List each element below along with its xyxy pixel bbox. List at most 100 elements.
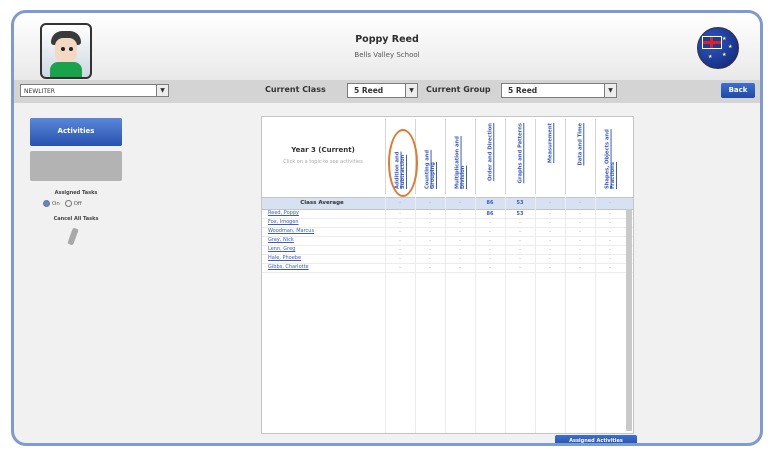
average-cell: - xyxy=(609,200,611,206)
class-average-label: Class Average xyxy=(300,200,344,206)
result-cell: - xyxy=(609,265,611,271)
back-button[interactable]: Back xyxy=(721,83,755,98)
column-header-label[interactable]: Shapes, Objects and Fractions xyxy=(605,123,617,189)
chevron-down-icon[interactable]: ▼ xyxy=(405,83,418,98)
current-group-label: Current Group xyxy=(426,85,491,94)
toolbar: NEWLITER ▼ Current Class 5 Reed ▼ Curren… xyxy=(14,80,760,103)
column-header-label[interactable]: Multiplication and Division xyxy=(455,123,467,189)
result-cell: - xyxy=(549,265,551,271)
column-divider xyxy=(505,197,506,433)
vertical-scrollbar[interactable] xyxy=(626,209,632,431)
column-header-label[interactable]: Data and Time xyxy=(577,123,583,166)
result-cell: - xyxy=(489,247,491,253)
app-window: Poppy Reed Bells Valley School ★ ★ ★ ★ N… xyxy=(11,10,763,446)
eraser-icon[interactable] xyxy=(67,227,79,246)
student-name-link[interactable]: Lenn, Greg xyxy=(268,246,295,252)
column-header[interactable]: Order and Direction xyxy=(475,119,506,194)
result-cell: - xyxy=(519,220,521,226)
result-cell: - xyxy=(609,238,611,244)
activities-button[interactable]: Activities xyxy=(30,118,122,146)
column-header[interactable]: Multiplication and Division xyxy=(445,119,476,194)
column-header-label[interactable]: Counting and Grouping xyxy=(425,123,437,189)
result-cell: - xyxy=(489,229,491,235)
average-cell: - xyxy=(429,200,431,206)
current-class-select[interactable]: 5 Reed ▼ xyxy=(347,83,418,98)
average-cell: - xyxy=(579,200,581,206)
result-cell: - xyxy=(489,256,491,262)
student-row: Fox, Imogen - - - - - - - - xyxy=(262,219,633,228)
column-header[interactable]: Graphs and Patterns xyxy=(505,119,536,194)
column-divider xyxy=(565,197,566,433)
result-cell: - xyxy=(579,247,581,253)
current-class-value: 5 Reed xyxy=(354,86,384,95)
highlight-annotation xyxy=(388,129,418,197)
result-cell: - xyxy=(399,265,401,271)
result-cell: - xyxy=(429,265,431,271)
chevron-down-icon[interactable]: ▼ xyxy=(156,84,169,97)
result-cell: - xyxy=(459,265,461,271)
column-header[interactable]: Counting and Grouping xyxy=(415,119,446,194)
result-cell: - xyxy=(399,220,401,226)
student-name-link[interactable]: Fox, Imogen xyxy=(268,219,299,225)
current-group-select[interactable]: 5 Reed ▼ xyxy=(501,83,617,98)
result-cell: - xyxy=(549,238,551,244)
column-header-label[interactable]: Order and Direction xyxy=(487,123,493,181)
result-cell: - xyxy=(549,229,551,235)
result-cell: - xyxy=(399,211,401,217)
result-cell: - xyxy=(609,220,611,226)
result-cell: - xyxy=(399,247,401,253)
result-cell: - xyxy=(549,256,551,262)
average-cell: - xyxy=(459,200,461,206)
average-cell: 53 xyxy=(516,200,524,206)
column-divider xyxy=(475,197,476,433)
average-cell: - xyxy=(399,200,401,206)
star-icon: ★ xyxy=(708,54,713,60)
result-cell: - xyxy=(459,238,461,244)
column-header[interactable]: Shapes, Objects and Fractions xyxy=(595,119,626,194)
header: Poppy Reed Bells Valley School ★ ★ ★ ★ xyxy=(14,13,760,80)
result-cell: - xyxy=(549,211,551,217)
result-cell: - xyxy=(579,265,581,271)
student-name-link[interactable]: Woodman, Marcus xyxy=(268,228,314,234)
column-header-label[interactable]: Measurement xyxy=(547,123,553,163)
left-select[interactable]: NEWLITER ▼ xyxy=(20,84,169,97)
star-icon: ★ xyxy=(722,52,727,58)
column-divider xyxy=(415,197,416,433)
result-cell: - xyxy=(459,211,461,217)
result-cell: - xyxy=(459,256,461,262)
chevron-down-icon[interactable]: ▼ xyxy=(604,83,617,98)
radio-off[interactable] xyxy=(64,200,72,207)
assigned-activities-button[interactable]: Assigned Activities xyxy=(555,435,637,443)
column-header[interactable]: Measurement xyxy=(535,119,566,194)
result-cell: - xyxy=(519,247,521,253)
year-subtitle: Click on a topic to see activities xyxy=(283,159,363,165)
union-jack-icon xyxy=(702,36,722,49)
secondary-button[interactable] xyxy=(30,151,122,181)
column-header-label[interactable]: Graphs and Patterns xyxy=(517,123,523,183)
column-divider xyxy=(595,197,596,433)
assigned-tasks-radio-group: On Off xyxy=(40,200,82,207)
result-cell: - xyxy=(609,256,611,262)
result-cell: - xyxy=(459,247,461,253)
result-cell: 53 xyxy=(516,211,524,217)
australia-flag-icon: ★ ★ ★ ★ xyxy=(697,27,739,69)
radio-on[interactable] xyxy=(43,200,50,207)
student-name-link[interactable]: Hale, Phoebe xyxy=(268,255,301,261)
student-name-link[interactable]: Grey, Nick xyxy=(268,237,294,243)
current-group-value: 5 Reed xyxy=(508,86,538,95)
student-row: Grey, Nick - - - - - - - - xyxy=(262,237,633,246)
student-name-link[interactable]: Reed, Poppy xyxy=(268,210,299,216)
radio-off-label: Off xyxy=(73,201,82,207)
result-cell: - xyxy=(579,211,581,217)
school-name: Bells Valley School xyxy=(354,51,420,59)
column-header[interactable]: Data and Time xyxy=(565,119,596,194)
student-name-link[interactable]: Gibbs, Charlotte xyxy=(268,264,309,270)
result-cell: - xyxy=(429,211,431,217)
result-cell: - xyxy=(609,247,611,253)
cancel-all-tasks-label: Cancel All Tasks xyxy=(53,216,99,222)
result-cell: - xyxy=(429,256,431,262)
result-cell: - xyxy=(489,265,491,271)
year-title: Year 3 (Current) xyxy=(291,146,355,154)
star-icon: ★ xyxy=(728,44,733,50)
results-grid: Year 3 (Current) Click on a topic to see… xyxy=(261,116,634,434)
